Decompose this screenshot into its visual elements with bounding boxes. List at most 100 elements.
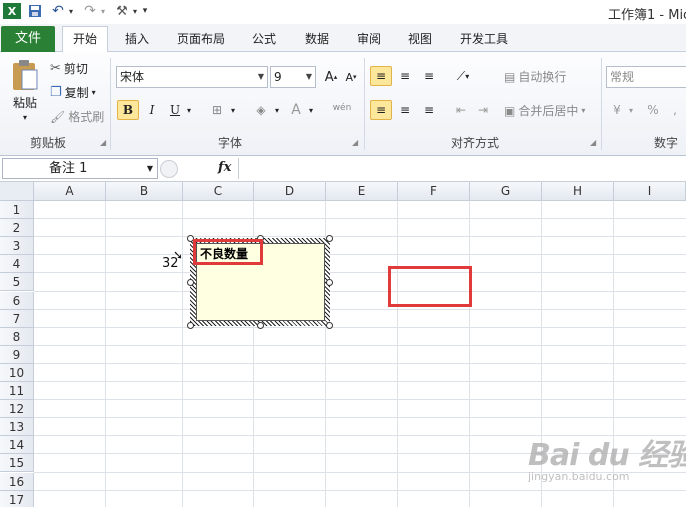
underline-dropdown-icon[interactable]: ▾	[184, 100, 194, 120]
tab-view[interactable]: 视图	[400, 27, 440, 51]
insert-function-button[interactable]: fx	[218, 160, 231, 175]
resize-handle-bottom[interactable]	[257, 322, 264, 329]
row-header[interactable]: 10	[0, 363, 34, 382]
tab-file[interactable]: 文件	[1, 26, 55, 52]
column-header-c[interactable]: C	[183, 182, 254, 201]
resize-handle-bottom-right[interactable]	[326, 322, 333, 329]
paste-button[interactable]: 粘贴 ▾	[8, 58, 42, 130]
undo-icon[interactable]: ↶	[50, 3, 66, 19]
font-launcher-icon[interactable]: ◢	[352, 138, 358, 147]
cut-label: 剪切	[63, 62, 88, 76]
column-header-d[interactable]: D	[254, 182, 326, 201]
copy-dropdown-icon: ▾	[91, 88, 96, 97]
tab-insert[interactable]: 插入	[117, 27, 157, 51]
cut-button[interactable]: ✂ 剪切	[50, 60, 88, 77]
align-bottom-icon[interactable]: ≡	[418, 66, 440, 86]
tools-icon[interactable]: ⚒	[113, 3, 131, 19]
redo-icon[interactable]: ↷	[82, 3, 98, 19]
tab-home[interactable]: 开始	[62, 26, 108, 52]
row-header[interactable]: 7	[0, 309, 34, 328]
resize-handle-top-right[interactable]	[326, 235, 333, 242]
name-box-value: 备注 1	[49, 161, 88, 176]
row-header[interactable]: 13	[0, 418, 34, 437]
column-header-a[interactable]: A	[34, 182, 106, 201]
row-gridline	[34, 381, 686, 382]
align-right-icon[interactable]: ≡	[418, 100, 440, 120]
row-header[interactable]: 3	[0, 237, 34, 256]
decrease-indent-icon[interactable]: ⇤	[450, 100, 472, 120]
underline-button[interactable]: U	[164, 100, 186, 120]
align-center-icon[interactable]: ≡	[394, 100, 416, 120]
phonetic-button[interactable]: wén	[326, 98, 358, 118]
align-left-icon[interactable]: ≡	[370, 100, 392, 120]
borders-icon[interactable]: ⊞	[206, 100, 228, 120]
resize-handle-left[interactable]	[187, 279, 194, 286]
wrap-text-button[interactable]: ▤ 自动换行	[504, 68, 566, 85]
row-header[interactable]: 8	[0, 327, 34, 346]
select-all-button[interactable]	[0, 182, 34, 201]
orientation-icon[interactable]: ⟋ ▾	[450, 66, 476, 86]
currency-icon[interactable]: ¥	[606, 100, 628, 120]
row-header[interactable]: 5	[0, 273, 34, 292]
column-header-f[interactable]: F	[398, 182, 470, 201]
align-top-icon[interactable]: ≡	[370, 66, 392, 86]
currency-dropdown-icon[interactable]: ▾	[626, 100, 636, 120]
column-header-e[interactable]: E	[326, 182, 398, 201]
row-header[interactable]: 6	[0, 291, 34, 310]
row-header[interactable]: 4	[0, 255, 34, 274]
row-header[interactable]: 2	[0, 219, 34, 238]
number-format-combo[interactable]: 常规	[606, 66, 686, 88]
undo-dropdown-icon[interactable]: ▾	[67, 3, 75, 19]
resize-handle-right[interactable]	[326, 279, 333, 286]
shrink-font-button[interactable]: A ▾	[340, 67, 362, 87]
tab-developer[interactable]: 开发工具	[452, 27, 516, 51]
formula-input[interactable]	[238, 158, 686, 179]
formula-bar-splitter[interactable]	[160, 160, 178, 178]
column-header-i[interactable]: I	[614, 182, 686, 201]
fill-color-dropdown-icon[interactable]: ▾	[272, 100, 282, 120]
increase-indent-icon[interactable]: ⇥	[472, 100, 494, 120]
font-color-button[interactable]: A	[285, 100, 307, 120]
tab-page-layout[interactable]: 页面布局	[170, 27, 232, 51]
row-header[interactable]: 11	[0, 382, 34, 401]
clipboard-group-label: 剪贴板	[29, 136, 66, 150]
row-header[interactable]: 15	[0, 454, 34, 473]
alignment-group-label: 对齐方式	[450, 136, 499, 150]
tools-dropdown-icon[interactable]: ▾	[131, 3, 139, 19]
row-header[interactable]: 12	[0, 400, 34, 419]
row-header[interactable]: 1	[0, 201, 34, 220]
save-icon[interactable]	[27, 3, 43, 19]
resize-handle-bottom-left[interactable]	[187, 322, 194, 329]
row-header[interactable]: 17	[0, 490, 34, 507]
format-painter-button[interactable]: 🖌 格式刷	[50, 108, 104, 125]
merge-center-button[interactable]: ▣ 合并后居中 ▾	[504, 102, 585, 119]
borders-dropdown-icon[interactable]: ▾	[228, 100, 238, 120]
italic-button[interactable]: I	[141, 100, 163, 120]
alignment-launcher-icon[interactable]: ◢	[590, 138, 596, 147]
row-header[interactable]: 14	[0, 436, 34, 455]
column-header-b[interactable]: B	[106, 182, 183, 201]
comma-style-icon[interactable]: ,	[664, 100, 686, 120]
align-middle-icon[interactable]: ≡	[394, 66, 416, 86]
clipboard-launcher-icon[interactable]: ◢	[100, 138, 106, 147]
copy-label: 复制	[64, 86, 89, 100]
chevron-down-icon: ▼	[305, 72, 312, 81]
font-name-combo[interactable]: 宋体 ▼	[116, 66, 268, 88]
row-header[interactable]: 9	[0, 345, 34, 364]
row-header[interactable]: 16	[0, 472, 34, 491]
font-size-combo[interactable]: 9 ▼	[270, 66, 316, 88]
copy-button[interactable]: ❐ 复制 ▾	[50, 84, 96, 101]
font-color-dropdown-icon[interactable]: ▾	[306, 100, 316, 120]
tab-review[interactable]: 审阅	[349, 27, 389, 51]
tab-data[interactable]: 数据	[297, 27, 337, 51]
customize-qat-icon[interactable]: ▾	[141, 3, 149, 19]
percent-button[interactable]: %	[642, 100, 664, 120]
redo-dropdown-icon[interactable]: ▾	[99, 3, 107, 19]
tab-formulas[interactable]: 公式	[244, 27, 284, 51]
grow-font-button[interactable]: A ▴	[320, 67, 342, 87]
column-header-g[interactable]: G	[470, 182, 542, 201]
fill-color-icon[interactable]: ◈	[250, 100, 272, 120]
name-box[interactable]: 备注 1 ▼	[2, 158, 158, 179]
bold-button[interactable]: B	[117, 100, 139, 120]
column-header-h[interactable]: H	[542, 182, 614, 201]
